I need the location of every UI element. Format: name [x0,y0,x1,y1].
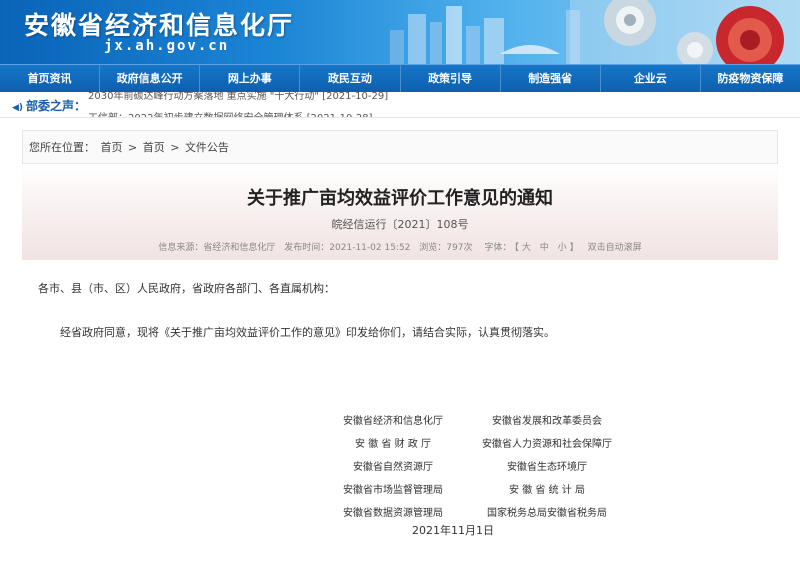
signatory: 安徽省生态环境厅 [507,462,587,473]
nav-item-enterprise-cloud[interactable]: 企业云 [601,65,701,92]
nav-item-home-news[interactable]: 首页资讯 [0,65,101,92]
document-number: 皖经信运行〔2021〕108号 [331,218,469,231]
article-title: 关于推广亩均效益评价工作意见的通知 [247,188,553,209]
signatory: 安徽省人力资源和社会保障厅 [482,439,612,450]
article-container: 您所在位置： 首页 > 首页 > 文件公告 关于推广亩均效益评价工作意见的通知 … [22,130,778,576]
ticker-link[interactable]: 2030年前碳达峰行动方案落地 重点实施 "十大行动" [2021-10-29] [88,92,688,108]
site-domain: jx.ah.gov.cn [104,38,230,54]
font-label: 字体： [484,243,512,253]
article-meta: 信息来源：省经济和信息化厅 发布时间：2021-11-02 15:52 浏览：7… [22,240,778,253]
breadcrumb: 您所在位置： 首页 > 首页 > 文件公告 [22,130,778,164]
meta-source: 信息来源：省经济和信息化厅 [158,243,276,253]
signatory: 安徽省自然资源厅 [353,462,433,473]
signatory: 国家税务总局安徽省税务局 [487,508,607,519]
signatory: 安 徽 省 财 政 厅 [355,439,431,450]
meta-published: 发布时间：2021-11-02 15:52 [284,243,411,253]
news-ticker: ◀) 部委之声： 2030年前碳达峰行动方案落地 重点实施 "十大行动" [202… [0,92,800,118]
signatory: 安徽省市场监督管理局 [343,485,443,496]
ticker-label-text: 部委之声： [26,99,87,113]
site-header: 安徽省经济和信息化厅 jx.ah.gov.cn [0,0,800,64]
signature-row: 安徽省自然资源厅 安徽省生态环境厅 [312,458,632,481]
breadcrumb-link-home[interactable]: 首页 [101,141,123,154]
ticker-list: 2030年前碳达峰行动方案落地 重点实施 "十大行动" [2021-10-29]… [88,92,688,117]
font-large-button[interactable]: 大 [522,243,531,253]
breadcrumb-link-announcements[interactable]: 文件公告 [185,141,229,154]
signature-block: 安徽省经济和信息化厅 安徽省发展和改革委员会 安 徽 省 财 政 厅 安徽省人力… [312,412,632,527]
auto-scroll-toggle[interactable]: 双击自动滚屏 [588,243,642,253]
meta-views: 浏览：797次 [419,243,473,253]
breadcrumb-prefix: 您所在位置： [29,141,95,154]
breadcrumb-link-home-2[interactable]: 首页 [143,141,165,154]
body-paragraph: 经省政府同意，现将《关于推广亩均效益评价工作的意见》印发给你们，请结合实际，认真… [60,326,555,339]
font-medium-button[interactable]: 中 [540,243,549,253]
signatory: 安徽省数据资源管理局 [343,508,443,519]
main-nav: 首页资讯 政府信息公开 网上办事 政民互动 政策引导 制造强省 企业云 防疫物资… [0,64,800,92]
font-size-controls: 字体：【大 中 小】 [484,243,579,253]
signatory: 安徽省发展和改革委员会 [492,416,602,427]
signature-row: 安 徽 省 财 政 厅 安徽省人力资源和社会保障厅 [312,435,632,458]
document-date: 2021年11月1日 [412,524,494,537]
speaker-icon: ◀) [12,103,24,113]
signature-row: 安徽省经济和信息化厅 安徽省发展和改革委员会 [312,412,632,435]
nav-item-gov-info[interactable]: 政府信息公开 [100,65,201,92]
ticker-label: ◀) 部委之声： [12,97,86,114]
breadcrumb-separator: > [170,141,180,154]
signatory: 安 徽 省 统 计 局 [509,485,585,496]
salutation: 各市、县（市、区）人民政府，省政府各部门、各直属机构： [38,282,335,295]
article-header: 关于推广亩均效益评价工作意见的通知 皖经信运行〔2021〕108号 信息来源：省… [22,164,778,260]
signature-row: 安徽省市场监督管理局 安 徽 省 统 计 局 [312,481,632,504]
nav-item-manufacturing[interactable]: 制造强省 [501,65,601,92]
breadcrumb-separator: > [128,141,138,154]
nav-item-policy[interactable]: 政策引导 [401,65,501,92]
site-title[interactable]: 安徽省经济和信息化厅 [24,6,294,42]
steel-coil-banner [570,0,800,64]
ticker-link[interactable]: 工信部：2022年初步建立数据网络安全管理体系 [2021-10-28] [88,108,688,117]
nav-item-online-services[interactable]: 网上办事 [200,65,301,92]
nav-item-interaction[interactable]: 政民互动 [300,65,401,92]
signatory: 安徽省经济和信息化厅 [343,416,443,427]
font-small-button[interactable]: 小 [558,243,567,253]
nav-item-epidemic-supplies[interactable]: 防疫物资保障 [701,65,800,92]
